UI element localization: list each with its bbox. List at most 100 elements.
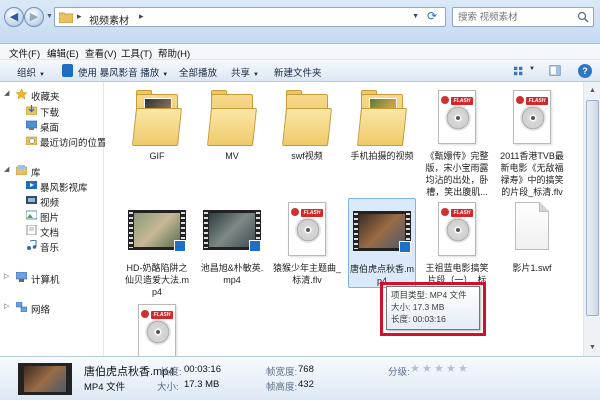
scroll-thumb[interactable] bbox=[586, 100, 599, 316]
details-length-value: 00:03:16 bbox=[184, 364, 221, 375]
nav-videos-label: 视频 bbox=[40, 198, 60, 209]
details-size-value: 17.3 MB bbox=[184, 379, 220, 390]
nav-music-label: 音乐 bbox=[40, 243, 60, 254]
file-name: 猿猴少年主题曲_标清.flv bbox=[273, 263, 342, 285]
play-with-button[interactable]: 使用 暴风影音 播放 ▼ bbox=[78, 65, 168, 79]
organize-dropdown-icon: ▼ bbox=[39, 72, 45, 78]
rating-star-icon[interactable]: ★ bbox=[446, 362, 456, 375]
file-item-mp4[interactable]: 池昌旭&朴敏英.mp4 bbox=[198, 198, 266, 286]
share-button[interactable]: 共享 ▼ bbox=[231, 65, 259, 79]
nav-desktop-label: 桌面 bbox=[40, 123, 60, 134]
expand-icon[interactable]: ▷ bbox=[4, 302, 9, 310]
folder-icon bbox=[126, 86, 188, 148]
menu-edit[interactable]: 编辑(E) bbox=[47, 46, 79, 60]
blank-file-icon bbox=[501, 198, 563, 260]
videos-icon bbox=[26, 196, 37, 204]
folder-item-gif[interactable]: GIF bbox=[123, 86, 191, 162]
nav-videos[interactable]: 视频 bbox=[0, 194, 104, 209]
rating-star-icon[interactable]: ★ bbox=[458, 362, 468, 375]
view-dropdown-icon[interactable]: ▼ bbox=[529, 66, 535, 72]
address-dropdown-icon[interactable]: ▼ bbox=[412, 13, 419, 20]
folder-icon bbox=[276, 86, 338, 148]
scroll-up-icon[interactable]: ▲ bbox=[586, 84, 599, 97]
baofeng-player-icon bbox=[62, 64, 73, 77]
change-view-icon[interactable] bbox=[512, 64, 526, 77]
folder-item-swf[interactable]: swf视频 bbox=[273, 86, 341, 162]
menu-file[interactable]: 文件(F) bbox=[9, 46, 40, 60]
rating-star-icon[interactable]: ★ bbox=[410, 362, 420, 375]
breadcrumb-current[interactable]: 视频素材 bbox=[89, 12, 129, 27]
file-list-view: GIF MV swf视频 手机拍摄的视频 FLASH 《甄嬛传》完整版，宋小宝雨… bbox=[105, 82, 600, 358]
share-label: 共享 bbox=[231, 68, 251, 79]
documents-icon bbox=[26, 225, 37, 235]
file-item-mp4[interactable]: HD-奶酪陷阱之仙贝造爱大法.mp4 bbox=[123, 198, 191, 298]
nav-libraries-label: 库 bbox=[31, 168, 41, 179]
vertical-scrollbar[interactable]: ▲ ▼ bbox=[583, 82, 600, 356]
rating-star-icon[interactable]: ★ bbox=[434, 362, 444, 375]
play-with-dropdown-icon: ▼ bbox=[162, 72, 169, 78]
menu-bar: 文件(F) 编辑(E) 查看(V) 工具(T) 帮助(H) bbox=[0, 44, 600, 60]
details-file-type: MP4 文件 bbox=[84, 382, 126, 393]
folder-name: MV bbox=[225, 151, 239, 161]
expand-icon[interactable]: ◢ bbox=[4, 165, 9, 173]
expand-icon[interactable]: ▷ bbox=[4, 272, 9, 280]
file-item-flv[interactable]: FLASH 《甄嬛传》完整版，宋小宝雨露均沾的出处，卧槽，笑出腹肌... bbox=[423, 86, 491, 198]
nav-favorites[interactable]: ◢ 收藏夹 bbox=[0, 88, 104, 103]
organize-button[interactable]: 组织 ▼ bbox=[17, 65, 45, 79]
nav-network[interactable]: ▷ 网络 bbox=[0, 301, 104, 316]
nav-desktop[interactable]: 桌面 bbox=[0, 119, 104, 134]
command-bar: 组织 ▼ 使用 暴风影音 播放 ▼ 全部播放 共享 ▼ 新建文件夹 ▼ ? bbox=[0, 60, 600, 82]
nav-documents[interactable]: 文档 bbox=[0, 224, 104, 239]
file-item-flv[interactable]: FLASH 2011香港TVB最新电影《无敌福禄寿》中的搞笑的片段_标清.flv bbox=[498, 86, 566, 198]
scroll-down-icon[interactable]: ▼ bbox=[586, 341, 599, 354]
menu-tools[interactable]: 工具(T) bbox=[121, 46, 152, 60]
file-item-flv[interactable]: FLASH 猿猴少年主题曲_标清.flv bbox=[273, 198, 341, 286]
file-item-mp4-selected[interactable]: 唐伯虎点秋香.mp4 bbox=[348, 198, 416, 288]
network-icon bbox=[16, 302, 27, 312]
media-badge-icon bbox=[249, 240, 261, 252]
address-box[interactable]: ▸ 视频素材 ▸ ▼ ⟳ bbox=[54, 7, 446, 27]
nav-documents-label: 文档 bbox=[40, 228, 60, 239]
help-icon[interactable]: ? bbox=[578, 64, 592, 78]
search-input[interactable] bbox=[458, 8, 576, 26]
forward-button[interactable]: ▶ bbox=[24, 7, 44, 27]
rating-star-icon[interactable]: ★ bbox=[422, 362, 432, 375]
play-all-button[interactable]: 全部播放 bbox=[179, 65, 217, 79]
file-item-flv[interactable]: FLASH bbox=[123, 300, 191, 362]
details-pane: 唐伯虎点秋香.mp4 MP4 文件 长度: 00:03:16 大小: 17.3 … bbox=[0, 356, 600, 400]
recent-places-icon bbox=[26, 136, 37, 145]
details-length-label: 长度: bbox=[160, 367, 182, 378]
nav-music[interactable]: 音乐 bbox=[0, 239, 104, 254]
menu-help[interactable]: 帮助(H) bbox=[158, 46, 190, 60]
back-button[interactable]: ◀ bbox=[4, 7, 24, 27]
folder-name: GIF bbox=[149, 151, 165, 161]
nav-downloads[interactable]: 下载 bbox=[0, 104, 104, 119]
folder-item-phone-videos[interactable]: 手机拍摄的视频 bbox=[348, 86, 416, 162]
folder-item-mv[interactable]: MV bbox=[198, 86, 266, 162]
video-thumbnail bbox=[201, 198, 263, 260]
media-badge-icon bbox=[399, 241, 411, 253]
folder-icon bbox=[351, 86, 413, 148]
breadcrumb-arrow-icon[interactable]: ▸ bbox=[139, 11, 144, 22]
computer-icon bbox=[16, 272, 27, 282]
flash-file-icon: FLASH bbox=[501, 86, 563, 148]
preview-pane-icon[interactable] bbox=[548, 64, 562, 77]
menu-view[interactable]: 查看(V) bbox=[85, 46, 117, 60]
folder-name: 手机拍摄的视频 bbox=[350, 151, 414, 161]
new-folder-button[interactable]: 新建文件夹 bbox=[274, 65, 322, 79]
refresh-icon[interactable]: ⟳ bbox=[423, 9, 441, 25]
flash-file-icon: FLASH bbox=[426, 198, 488, 260]
nav-recent[interactable]: 最近访问的位置 bbox=[0, 134, 107, 149]
nav-pictures[interactable]: 图片 bbox=[0, 209, 104, 224]
breadcrumb-separator-icon[interactable]: ▸ bbox=[77, 11, 82, 22]
nav-pictures-label: 图片 bbox=[40, 213, 60, 224]
file-item-swf[interactable]: 影片1.swf bbox=[498, 198, 566, 274]
nav-baofeng[interactable]: 暴风影视库 bbox=[0, 179, 104, 194]
details-width-value: 768 bbox=[298, 364, 314, 375]
nav-libraries[interactable]: ◢ 库 bbox=[0, 164, 104, 179]
search-icon[interactable] bbox=[577, 11, 589, 23]
search-box[interactable] bbox=[452, 7, 594, 27]
recent-pages-dropdown[interactable]: ▼ bbox=[46, 13, 53, 20]
nav-computer[interactable]: ▷ 计算机 bbox=[0, 271, 104, 286]
expand-icon[interactable]: ◢ bbox=[4, 89, 9, 97]
